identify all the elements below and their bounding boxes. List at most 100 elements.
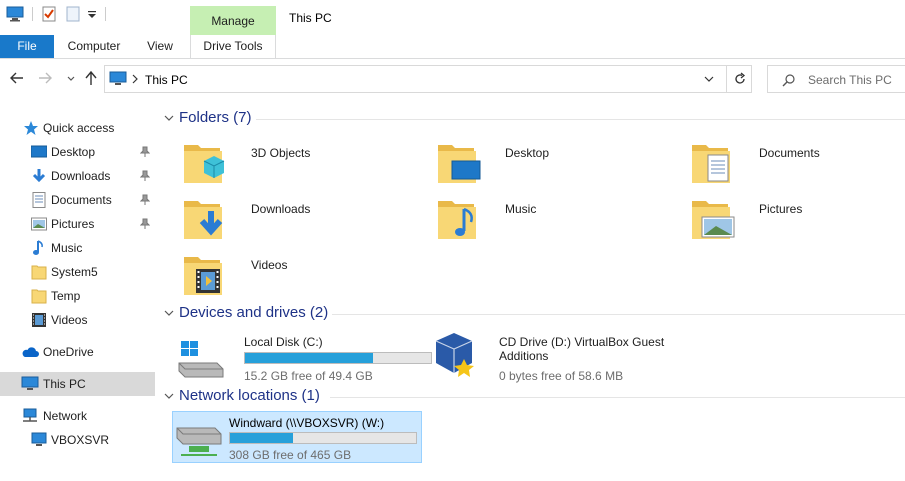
folder-name: 3D Objects xyxy=(251,146,311,160)
network-icon xyxy=(23,408,37,422)
folder-icon xyxy=(31,289,47,304)
pin-icon[interactable] xyxy=(140,146,150,158)
nav-item-pictures[interactable]: Pictures xyxy=(0,212,155,236)
back-arrow-icon[interactable] xyxy=(8,69,26,87)
folder-name: Documents xyxy=(759,146,820,160)
nav-item-vboxsvr[interactable]: VBOXSVR xyxy=(0,428,155,452)
group-title: Devices and drives (2) xyxy=(179,304,329,321)
nav-label: Quick access xyxy=(43,121,115,135)
computer-icon[interactable] xyxy=(6,6,24,22)
tab-drive-tools[interactable]: Drive Tools xyxy=(190,35,276,58)
pictures-folder-icon xyxy=(692,201,735,239)
group-divider xyxy=(330,397,905,398)
drive-name-line2: Additions xyxy=(499,349,549,363)
nav-this-pc[interactable]: This PC xyxy=(0,372,155,396)
folder-3d-objects[interactable]: 3D Objects xyxy=(182,139,412,195)
nav-network[interactable]: Network xyxy=(0,404,155,428)
folder-downloads[interactable]: Downloads xyxy=(182,195,412,251)
manage-context-tab: Manage xyxy=(190,6,276,35)
nav-item-downloads[interactable]: Downloads xyxy=(0,164,155,188)
drive-free-space: 0 bytes free of 58.6 MB xyxy=(499,369,624,383)
document-icon xyxy=(32,192,46,208)
network-drive-icon xyxy=(176,427,222,456)
drive-cd-d[interactable]: CD Drive (D:) VirtualBox Guest Additions … xyxy=(430,331,690,383)
address-path[interactable]: This PC xyxy=(145,73,188,87)
folder-name: Videos xyxy=(251,258,288,272)
collapse-chevron-icon[interactable] xyxy=(164,391,174,401)
breadcrumb-chevron-icon[interactable] xyxy=(131,74,139,84)
folder-videos[interactable]: Videos xyxy=(182,251,412,307)
desktop-folder-icon xyxy=(438,145,481,183)
folder-documents[interactable]: Documents xyxy=(690,139,905,195)
up-arrow-icon[interactable] xyxy=(82,69,100,87)
address-bar[interactable]: This PC xyxy=(104,65,752,93)
nav-label: OneDrive xyxy=(43,345,94,359)
drive-free-space: 308 GB free of 465 GB xyxy=(229,448,352,462)
toolbar-separator xyxy=(105,7,106,21)
tab-view[interactable]: View xyxy=(142,35,178,58)
properties-icon[interactable] xyxy=(41,6,57,22)
nav-label: Music xyxy=(51,241,83,255)
group-header-devices[interactable]: Devices and drives (2) xyxy=(160,304,905,324)
customize-toolbar-icon[interactable] xyxy=(87,6,97,22)
nav-label: Downloads xyxy=(51,169,111,183)
drive-name: Windward (\\VBOXSVR) (W:) xyxy=(229,416,385,430)
pin-icon[interactable] xyxy=(140,218,150,230)
nav-item-documents[interactable]: Documents xyxy=(0,188,155,212)
music-note-icon xyxy=(33,240,43,255)
nav-item-music[interactable]: Music xyxy=(0,236,155,260)
network-drive-w[interactable]: Windward (\\VBOXSVR) (W:) 308 GB free of… xyxy=(172,411,422,463)
nav-quick-access[interactable]: Quick access xyxy=(0,116,155,140)
ribbon-tabs: File Computer View Drive Tools xyxy=(0,35,905,59)
nav-label: Temp xyxy=(51,289,81,303)
drive-usage-fill xyxy=(230,433,294,443)
folder-name: Music xyxy=(505,202,537,216)
collapse-chevron-icon[interactable] xyxy=(164,308,174,318)
folder-name: Desktop xyxy=(505,146,550,160)
nav-item-videos[interactable]: Videos xyxy=(0,308,155,332)
nav-onedrive[interactable]: OneDrive xyxy=(0,340,155,364)
recent-locations-chevron-icon[interactable] xyxy=(62,69,80,87)
cloud-icon xyxy=(22,347,39,357)
computer-icon xyxy=(21,376,39,390)
navigation-pane: Quick access Desktop Downloads Documents… xyxy=(0,110,155,481)
picture-icon xyxy=(31,217,47,231)
tab-file[interactable]: File xyxy=(0,35,54,58)
drive-usage-bar xyxy=(229,432,417,444)
pin-icon[interactable] xyxy=(140,194,150,206)
folder-music[interactable]: Music xyxy=(436,195,666,251)
folder-desktop[interactable]: Desktop xyxy=(436,139,666,195)
nav-label: VBOXSVR xyxy=(51,433,110,447)
drive-free-space: 15.2 GB free of 49.4 GB xyxy=(244,369,373,383)
this-pc-icon xyxy=(109,71,127,85)
search-input[interactable]: Search This PC xyxy=(808,73,892,87)
hard-drive-windows-icon xyxy=(178,341,224,378)
nav-label: System5 xyxy=(51,265,98,279)
tab-computer[interactable]: Computer xyxy=(62,35,126,58)
forward-arrow-icon[interactable] xyxy=(36,69,54,87)
content-area: Folders (7) 3D Objects Desktop Documents xyxy=(160,97,905,481)
address-dropdown-icon[interactable] xyxy=(703,74,715,84)
group-header-folders[interactable]: Folders (7) xyxy=(160,109,905,129)
window-title: This PC xyxy=(289,11,332,25)
collapse-chevron-icon[interactable] xyxy=(164,113,174,123)
refresh-icon[interactable] xyxy=(733,72,747,86)
search-box[interactable]: Search This PC xyxy=(767,65,905,93)
nav-item-system5[interactable]: System5 xyxy=(0,260,155,284)
new-folder-icon[interactable] xyxy=(65,6,81,22)
computer-icon xyxy=(31,432,47,446)
nav-item-temp[interactable]: Temp xyxy=(0,284,155,308)
group-header-network[interactable]: Network locations (1) xyxy=(160,387,905,407)
film-strip-icon xyxy=(32,313,46,327)
folder-pictures[interactable]: Pictures xyxy=(690,195,905,251)
title-bar: Manage This PC xyxy=(0,0,905,35)
nav-item-desktop[interactable]: Desktop xyxy=(0,140,155,164)
drive-usage-fill xyxy=(245,353,374,363)
manage-label: Manage xyxy=(211,14,255,28)
address-separator xyxy=(726,66,727,92)
drive-local-disk-c[interactable]: Local Disk (C:) 15.2 GB free of 49.4 GB xyxy=(175,331,432,383)
folder-name: Pictures xyxy=(759,202,803,216)
pin-icon[interactable] xyxy=(140,170,150,182)
group-divider xyxy=(256,119,905,120)
music-folder-icon xyxy=(438,201,476,239)
